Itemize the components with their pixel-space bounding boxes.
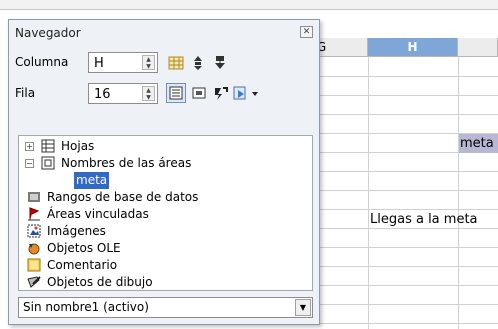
grid-line: [320, 304, 498, 305]
grid-line: [320, 171, 498, 172]
column-header-h[interactable]: H: [368, 38, 458, 57]
tree-item-label: Objetos OLE: [47, 241, 121, 255]
row-spin-arrows[interactable]: ▲ ▼: [142, 86, 155, 101]
grid-line: [320, 323, 498, 324]
drawing-objects-icon: [27, 276, 41, 288]
document-dropdown-icon[interactable]: [231, 83, 261, 103]
grid-line: [320, 266, 498, 267]
collapse-icon[interactable]: −: [25, 159, 34, 168]
tree-item-label: meta: [74, 172, 110, 189]
row-spinbox[interactable]: 16 ▲ ▼: [88, 83, 158, 104]
grid-line: [368, 57, 369, 329]
navigator-tree[interactable]: + Hojas − Nombres de las áreas meta Rang…: [18, 135, 313, 291]
row-label: Fila: [15, 86, 36, 100]
row-value: 16: [94, 87, 111, 102]
ole-objects-icon: [28, 243, 40, 255]
navigator-window: Navegador ✕ Columna H ▲ ▼ Fila 16 ▲ ▼ + Ho…: [8, 19, 320, 325]
linked-areas-icon: [28, 207, 40, 221]
grid-line: [320, 285, 498, 286]
grid-line: [320, 247, 498, 248]
navigator-title: Navegador: [15, 26, 81, 40]
scenarios-icon[interactable]: [189, 83, 209, 103]
column-spin-arrows[interactable]: ▲ ▼: [142, 55, 155, 70]
sheet-top-strip: [0, 0, 498, 10]
grid-line: [320, 76, 498, 77]
column-header-i[interactable]: [458, 38, 498, 57]
tree-item-label: Nombres de las áreas: [61, 156, 192, 170]
tree-item-label: Comentario: [47, 258, 118, 272]
images-icon: [27, 224, 41, 238]
toggle-contents-icon[interactable]: [166, 83, 186, 103]
document-select-value: Sin nombre1 (activo): [23, 300, 149, 314]
comment-icon: [27, 258, 41, 272]
tree-item-label: Imágenes: [47, 224, 106, 238]
chevron-down-icon[interactable]: ▼: [295, 299, 311, 316]
cell-llegas-a-la-meta[interactable]: Llegas a la meta: [370, 210, 478, 229]
column-header-g[interactable]: G: [317, 38, 368, 57]
tree-item-label: Áreas vinculadas: [47, 207, 149, 221]
document-select[interactable]: Sin nombre1 (activo) ▼: [18, 297, 313, 318]
data-range-icon[interactable]: [166, 53, 186, 73]
sheets-icon: [41, 139, 55, 153]
tree-item-label: Rangos de base de datos: [47, 190, 199, 204]
expand-icon[interactable]: +: [25, 142, 34, 151]
tree-item-label: Objetos de dibujo: [47, 275, 153, 289]
drag-mode-icon[interactable]: [211, 83, 231, 103]
close-icon[interactable]: ✕: [300, 26, 313, 38]
end-icon[interactable]: [210, 53, 230, 73]
database-range-icon: [28, 192, 40, 202]
grid-line: [458, 57, 459, 329]
grid-line: [320, 95, 498, 96]
column-label: Columna: [15, 55, 69, 69]
grid-line: [320, 114, 498, 115]
tree-item-label: Hojas: [61, 139, 95, 153]
start-icon[interactable]: [188, 53, 208, 73]
column-value: H: [94, 56, 104, 71]
column-spinbox[interactable]: H ▲ ▼: [88, 52, 158, 73]
cell-meta[interactable]: meta: [459, 134, 498, 153]
range-names-icon: [41, 156, 55, 170]
grid-line: [320, 190, 498, 191]
